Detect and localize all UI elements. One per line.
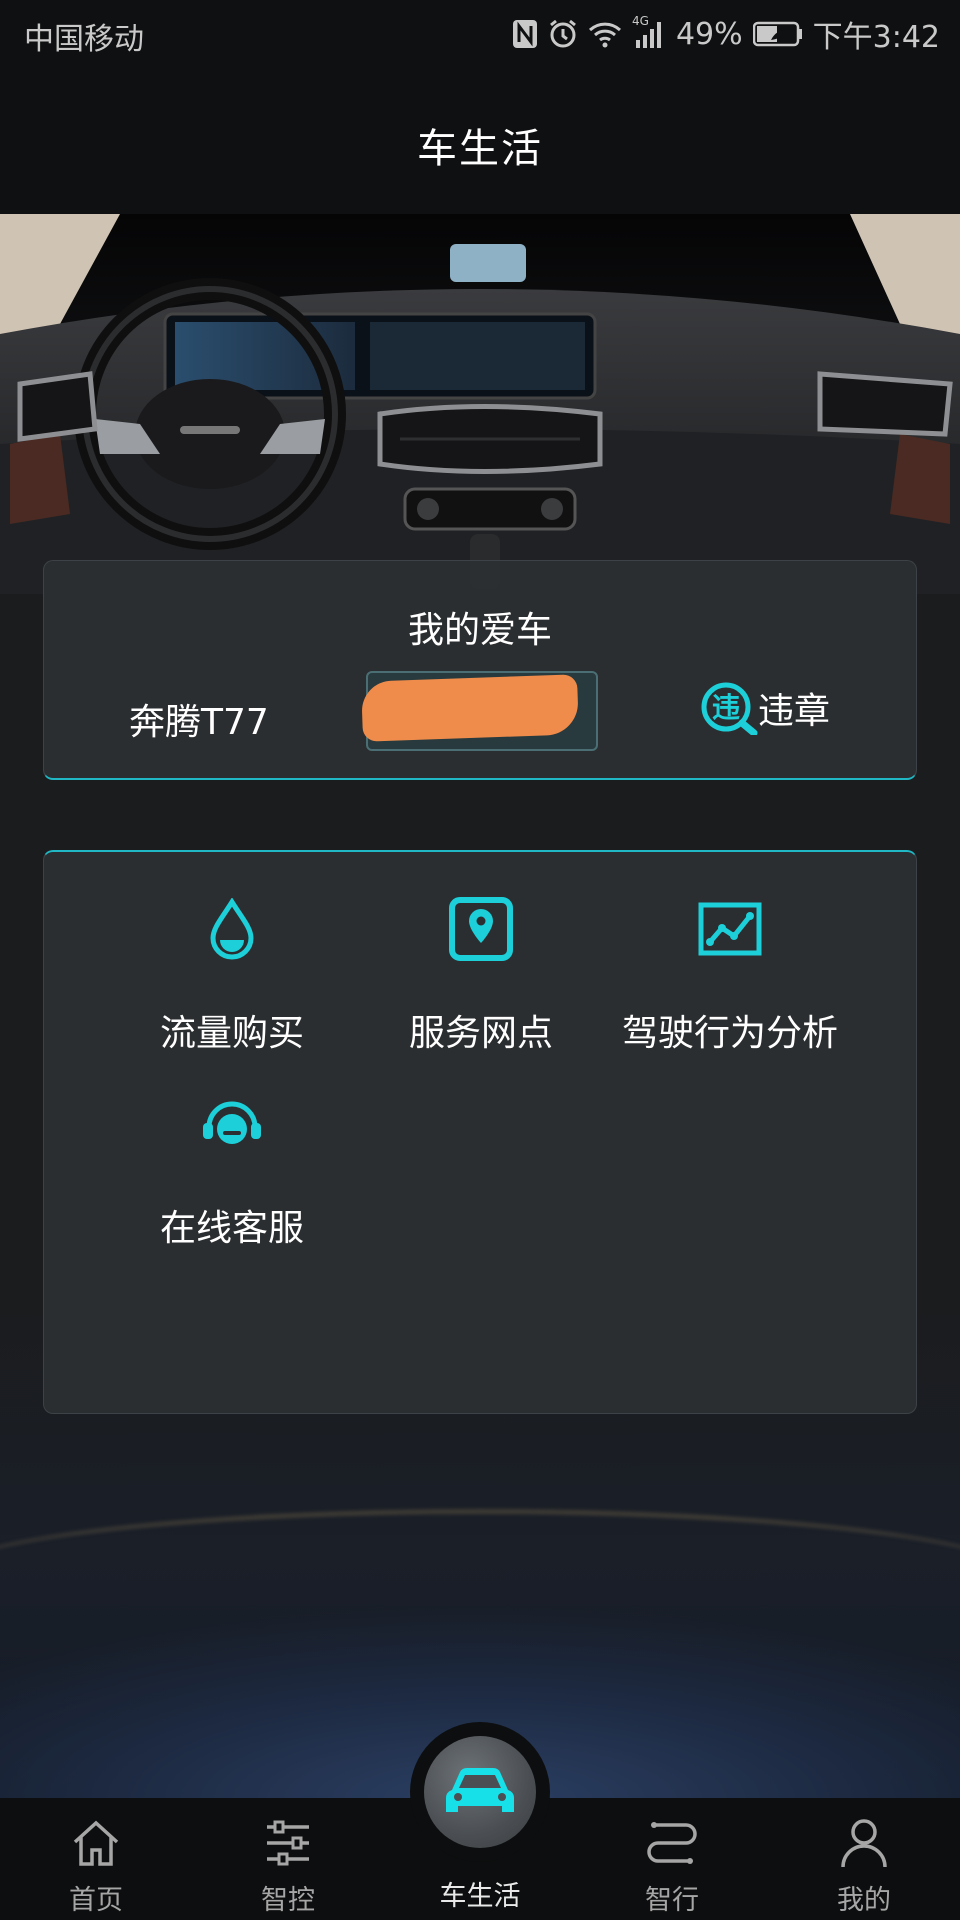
violation-label: 违章 <box>758 691 831 732</box>
car-interior-banner <box>0 214 960 594</box>
car-icon <box>424 1736 536 1848</box>
service-label: 服务网点 <box>408 1013 553 1054</box>
tab-label: 智控 <box>261 1885 315 1916</box>
service-online-support[interactable]: 在线客服 <box>87 1089 377 1251</box>
tab-mine[interactable]: 我的 <box>804 1816 924 1917</box>
signal-icon: 4G <box>632 14 666 48</box>
page-title: 车生活 <box>417 126 543 172</box>
water-drop-icon <box>87 894 377 964</box>
user-icon <box>804 1816 924 1870</box>
title-bar: 车生活 <box>0 66 960 215</box>
sliders-icon <box>228 1816 348 1870</box>
service-label: 驾驶行为分析 <box>621 1013 838 1054</box>
tab-home[interactable]: 首页 <box>36 1816 156 1917</box>
my-car-card[interactable]: 我的爱车 奔腾T77 违 违章 <box>43 560 917 780</box>
violation-icon: 违 <box>700 681 758 735</box>
battery-icon <box>752 21 803 47</box>
alarm-icon <box>548 19 578 49</box>
map-pin-icon <box>336 894 626 964</box>
home-icon <box>36 1816 156 1870</box>
status-bar: 中国移动 4G 49% 下午3:42 <box>0 0 960 66</box>
network-type: 4G <box>631 14 649 28</box>
tab-smart-control[interactable]: 智控 <box>228 1816 348 1917</box>
my-car-title: 我的爱车 <box>407 610 552 651</box>
service-label: 在线客服 <box>159 1208 304 1249</box>
status-icons: 4G 49% 下午3:42 <box>512 12 940 56</box>
nfc-icon <box>512 19 538 49</box>
service-label: 流量购买 <box>159 1013 304 1054</box>
route-icon <box>612 1816 732 1870</box>
chart-icon <box>585 894 875 964</box>
battery-percent: 49% <box>675 16 743 52</box>
svg-text:违: 违 <box>712 691 740 724</box>
violation-button[interactable]: 违 违章 <box>700 681 830 735</box>
tab-label: 首页 <box>69 1885 123 1916</box>
service-driving-analysis[interactable]: 驾驶行为分析 <box>585 894 875 1056</box>
services-card: 流量购买 服务网点 驾驶行为分析 在线客服 <box>43 850 917 1414</box>
tab-car-life[interactable] <box>410 1722 550 1862</box>
wifi-icon <box>588 20 622 48</box>
headset-icon <box>87 1089 377 1159</box>
car-model-name[interactable]: 奔腾T77 <box>129 693 269 745</box>
tab-label: 智行 <box>645 1885 699 1916</box>
tab-label: 我的 <box>837 1885 891 1916</box>
redacted-plate <box>361 674 579 742</box>
tab-smart-travel[interactable]: 智行 <box>612 1816 732 1917</box>
service-outlets[interactable]: 服务网点 <box>336 894 626 1056</box>
service-data-purchase[interactable]: 流量购买 <box>87 894 377 1056</box>
clock-time: 下午3:42 <box>812 20 940 55</box>
tab-label: 车生活 <box>439 1881 521 1912</box>
carrier-name: 中国移动 <box>24 22 144 57</box>
